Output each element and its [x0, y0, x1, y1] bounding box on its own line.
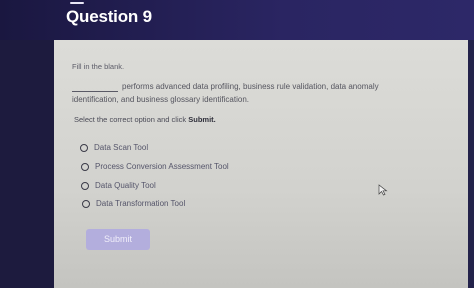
- option-label: Data Scan Tool: [94, 143, 149, 152]
- option-process-conversion-assessment-tool[interactable]: Process Conversion Assessment Tool: [81, 162, 229, 171]
- option-data-quality-tool[interactable]: Data Quality Tool: [81, 181, 156, 190]
- option-label: Data Transformation Tool: [96, 199, 186, 208]
- question-text-line1: performs advanced data profiling, busine…: [122, 82, 379, 91]
- radio-button[interactable]: [81, 181, 89, 190]
- header-bar-icon: [70, 2, 84, 4]
- mouse-cursor-icon: [378, 184, 388, 196]
- option-data-scan-tool[interactable]: Data Scan Tool: [80, 143, 148, 152]
- option-label: Data Quality Tool: [95, 181, 156, 190]
- radio-button[interactable]: [82, 199, 90, 208]
- option-label: Process Conversion Assessment Tool: [95, 162, 229, 171]
- select-instruction: Select the correct option and click Subm…: [74, 115, 216, 124]
- option-data-transformation-tool[interactable]: Data Transformation Tool: [82, 199, 185, 208]
- question-text-line2: identification, and business glossary id…: [72, 95, 249, 104]
- select-instruction-action: Submit.: [188, 115, 216, 124]
- select-instruction-prefix: Select the correct option and click: [74, 115, 187, 124]
- left-background: [0, 40, 54, 288]
- instruction-text: Fill in the blank.: [72, 62, 125, 71]
- submit-button[interactable]: Submit: [86, 229, 150, 250]
- blank-line: [72, 91, 118, 92]
- radio-button[interactable]: [80, 143, 88, 152]
- radio-button[interactable]: [81, 162, 89, 171]
- page-title: Question 9: [66, 7, 152, 26]
- header: Question 9: [0, 0, 474, 40]
